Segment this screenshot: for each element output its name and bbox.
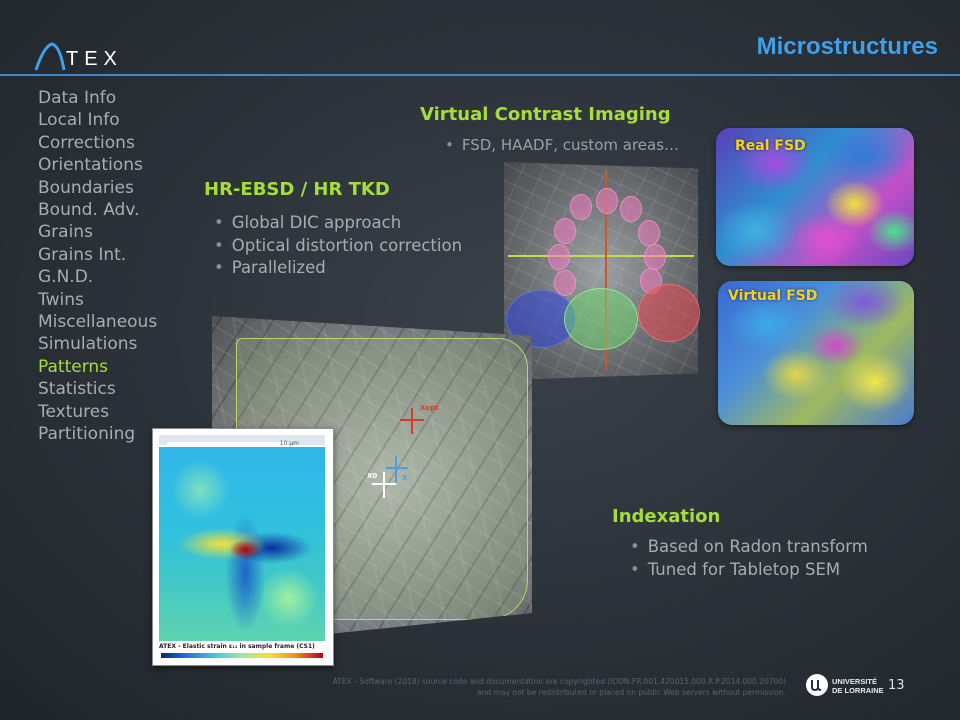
x0-label: X0 (367, 472, 378, 480)
scale-label: 10 µm (279, 440, 299, 447)
menu-item-partitioning[interactable]: Partitioning (38, 423, 157, 445)
detector-dot (570, 194, 592, 220)
menu-item-statistics[interactable]: Statistics (38, 378, 157, 400)
bullet-item: FSD, HAADF, custom areas… (445, 134, 679, 157)
strain-map-image (159, 447, 325, 641)
menu-item-simulations[interactable]: Simulations (38, 333, 157, 355)
detector-dot (548, 244, 570, 270)
detector-region-green (564, 288, 638, 350)
strain-colorbar (161, 653, 323, 658)
detector-dot (620, 196, 642, 222)
strain-map-caption: ATEX - Elastic strain ε₁₁ in sample fram… (159, 643, 315, 650)
real-fsd-label: Real FSD (735, 138, 806, 154)
bullet-item: Tuned for Tabletop SEM (630, 559, 868, 582)
menu-item-boundaries[interactable]: Boundaries (38, 177, 157, 199)
menu-item-miscellaneous[interactable]: Miscellaneous (38, 311, 157, 333)
menu-item-orientations[interactable]: Orientations (38, 154, 157, 176)
copyright-line-2: and may not be redistributed or placed o… (477, 688, 786, 697)
detector-dot (554, 270, 576, 296)
university-logo-icon (806, 674, 828, 696)
copyright-line-1: ATEX - Software (2018) source code and d… (332, 677, 786, 686)
page-number: 13 (888, 678, 905, 693)
menu-item-data-info[interactable]: Data Info (38, 87, 157, 109)
page-title: Microstructures (756, 33, 938, 60)
sidebar-menu: Data Info Local Info Corrections Orienta… (38, 87, 157, 446)
university-line-2: DE LORRAINE (832, 686, 884, 695)
strain-map-toolbar: 10 µm (159, 435, 325, 449)
hr-ebsd-bullets: Global DIC approach Optical distortion c… (214, 212, 462, 280)
menu-item-gnd[interactable]: G.N.D. (38, 266, 157, 288)
horizontal-guide-line (508, 255, 694, 257)
bullet-item: Global DIC approach (214, 212, 462, 235)
bullet-item: Parallelized (214, 257, 462, 280)
indexation-heading: Indexation (612, 506, 721, 527)
virtual-fsd-label: Virtual FSD (728, 288, 818, 304)
detector-dot (644, 244, 666, 270)
university-name: UNIVERSITÉ DE LORRAINE (832, 677, 884, 695)
virtual-contrast-image (504, 162, 700, 380)
detector-dot (554, 218, 576, 244)
xopt-label: Xopt (420, 404, 439, 412)
detector-region-red (638, 284, 700, 342)
virtual-contrast-heading: Virtual Contrast Imaging (420, 104, 671, 125)
hr-ebsd-heading: HR-EBSD / HR TKD (204, 179, 390, 200)
menu-item-grains[interactable]: Grains (38, 221, 157, 243)
detector-dot (638, 220, 660, 246)
copyright-notice: ATEX - Software (2018) source code and d… (318, 676, 786, 698)
menu-item-patterns[interactable]: Patterns (38, 356, 157, 378)
header-divider (0, 74, 960, 76)
menu-item-textures[interactable]: Textures (38, 401, 157, 423)
detector-dot (596, 188, 618, 214)
x-label: X (402, 474, 408, 482)
menu-item-corrections[interactable]: Corrections (38, 132, 157, 154)
menu-item-grains-int[interactable]: Grains Int. (38, 244, 157, 266)
indexation-bullets: Based on Radon transform Tuned for Table… (630, 536, 868, 581)
bullet-item: Based on Radon transform (630, 536, 868, 559)
virtual-contrast-bullets: FSD, HAADF, custom areas… (445, 134, 679, 157)
university-line-1: UNIVERSITÉ (832, 677, 878, 686)
logo-text: TEX (66, 48, 123, 70)
menu-item-twins[interactable]: Twins (38, 289, 157, 311)
menu-item-bound-adv[interactable]: Bound. Adv. (38, 199, 157, 221)
strain-map-card: 10 µm ATEX - Elastic strain ε₁₁ in sampl… (152, 428, 334, 666)
bullet-item: Optical distortion correction (214, 235, 462, 258)
menu-item-local-info[interactable]: Local Info (38, 109, 157, 131)
